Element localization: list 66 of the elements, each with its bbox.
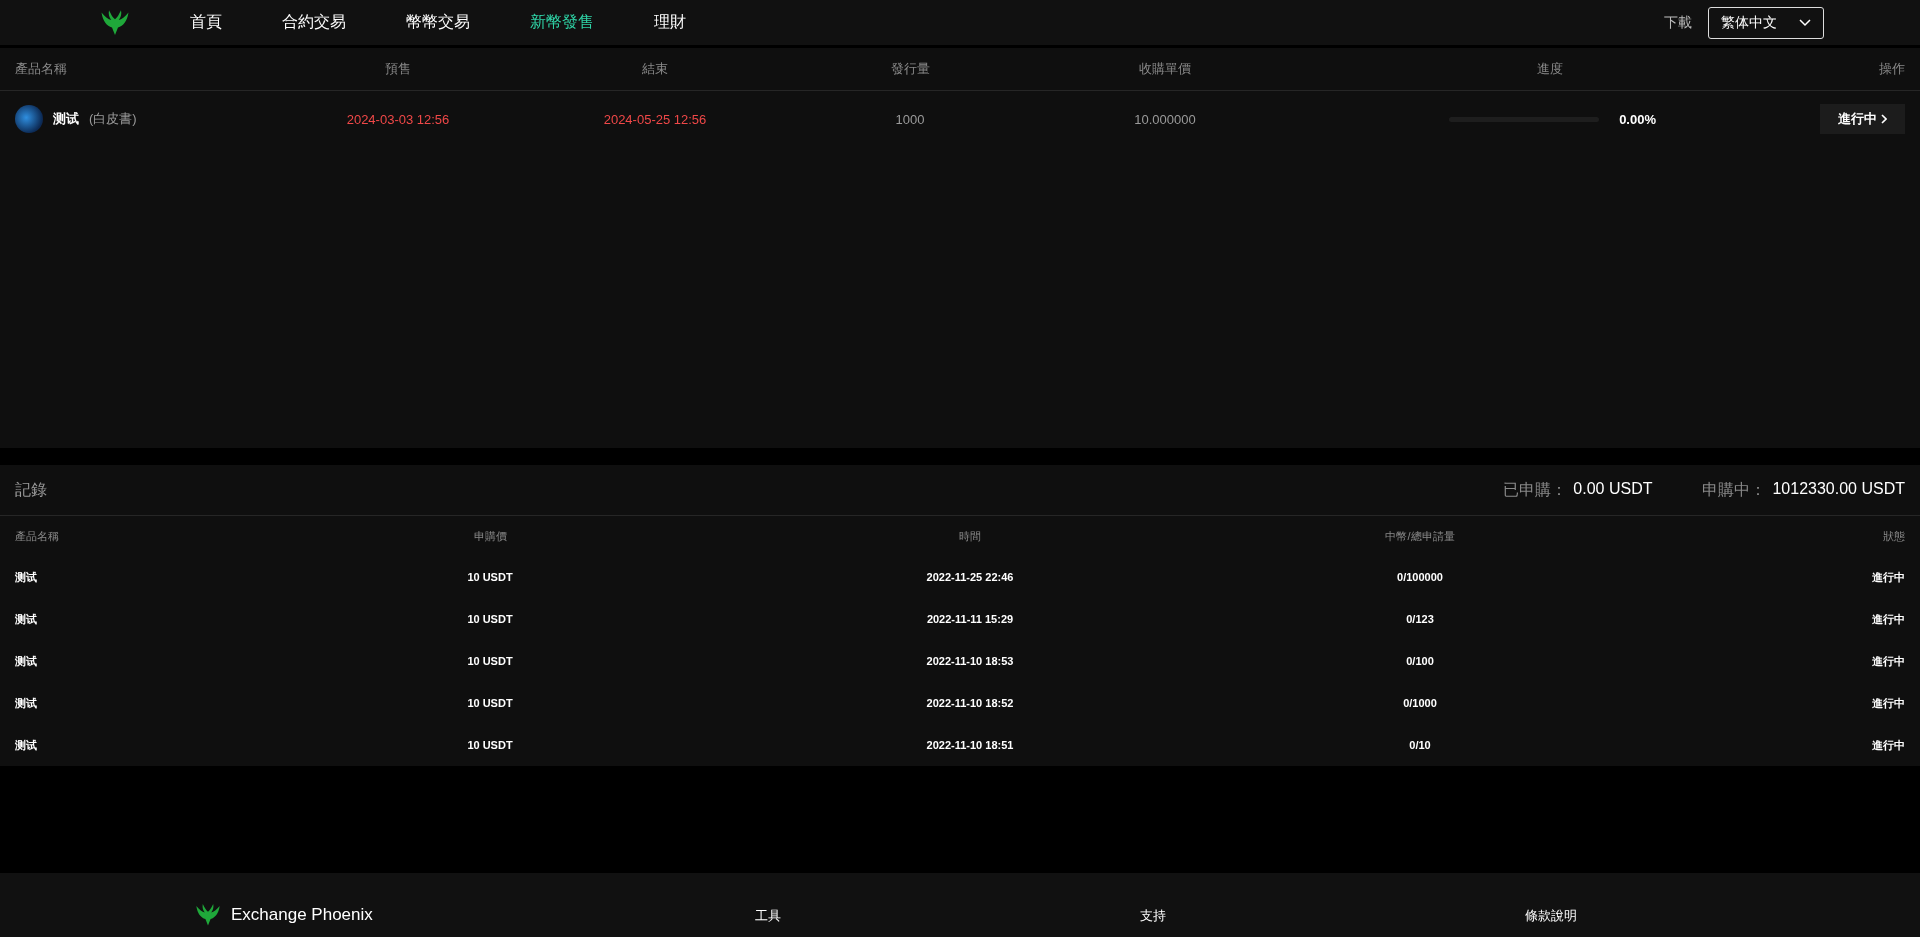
- issue-amount: 1000: [894, 111, 926, 127]
- table-cell-text: 進行中: [1871, 569, 1905, 585]
- table-cell-text: 10 USDT: [466, 697, 514, 709]
- chevron-right-icon: [1881, 114, 1887, 124]
- column-header: 中幣/總申請量: [1384, 528, 1456, 544]
- table-cell-text: 10 USDT: [466, 613, 514, 625]
- stat-label: 已申購：: [1503, 479, 1568, 500]
- table-cell-text: 0/123: [1405, 613, 1435, 625]
- column-header: 發行量: [889, 60, 931, 78]
- table-cell-text: 0/1000: [1402, 697, 1438, 709]
- table-cell-text: 0/100: [1405, 655, 1435, 667]
- table-cell-text: 2022-11-10 18:53: [925, 655, 1015, 667]
- column-header: 操作: [1878, 60, 1905, 78]
- table-cell-text: 测试: [15, 695, 38, 711]
- status-button[interactable]: 進行中: [1820, 104, 1905, 134]
- table-cell-text: 测试: [15, 653, 38, 669]
- coin-icon: [15, 105, 43, 133]
- table-cell-text: 测试: [15, 569, 38, 585]
- table-cell-text: 進行中: [1871, 737, 1905, 753]
- brand-name: Exchange Phoenix: [231, 905, 373, 925]
- nav-link[interactable]: 新幣發售: [500, 12, 624, 33]
- table-cell-text: 10 USDT: [466, 571, 514, 583]
- table-cell-text: 進行中: [1871, 695, 1905, 711]
- product-name: 测试: [53, 110, 79, 128]
- progress-reading: 0.00%: [1619, 111, 1656, 127]
- language-select[interactable]: 繁体中文: [1708, 6, 1824, 39]
- stat-label: 申購中：: [1702, 479, 1767, 500]
- phoenix-logo-icon: [195, 903, 221, 927]
- column-header: 狀態: [1882, 528, 1905, 544]
- footer-heading: 工具: [755, 907, 782, 925]
- unit-price: 10.000000: [1133, 111, 1197, 127]
- chevron-down-icon: [1799, 18, 1811, 27]
- table-cell-text: 0/10: [1408, 739, 1432, 751]
- phoenix-logo-icon: [100, 8, 130, 37]
- column-header: 申購價: [472, 528, 508, 544]
- footer-heading: 支持: [1140, 907, 1167, 925]
- nav-link[interactable]: 首頁: [160, 12, 252, 33]
- records-title: 記錄: [15, 479, 47, 500]
- table-cell-text: 進行中: [1871, 653, 1905, 669]
- column-header: 產品名稱: [15, 60, 68, 78]
- table-cell-text: 2022-11-10 18:52: [925, 697, 1015, 709]
- column-header: 結束: [641, 60, 669, 78]
- presale-time: 2024-03-03 12:56: [345, 111, 451, 127]
- column-header: 進度: [1536, 60, 1564, 78]
- table-cell-text: 2022-11-11 15:29: [925, 613, 1015, 625]
- table-cell-text: 進行中: [1871, 611, 1905, 627]
- table-cell-text: 测试: [15, 611, 38, 627]
- stat-value: 1012330.00 USDT: [1772, 479, 1905, 499]
- whitepaper-link[interactable]: (白皮書): [89, 110, 137, 128]
- nav-link[interactable]: 合約交易: [252, 12, 376, 33]
- stat-value: 0.00 USDT: [1573, 479, 1653, 499]
- table-cell-text: 10 USDT: [466, 655, 514, 667]
- table-cell-text: 测试: [15, 737, 38, 753]
- table-cell-text: 2022-11-25 22:46: [925, 571, 1015, 583]
- nav-link[interactable]: 理財: [624, 12, 716, 33]
- table-cell-text: 10 USDT: [466, 739, 514, 751]
- column-header: 預售: [384, 60, 412, 78]
- column-header: 時間: [958, 528, 982, 544]
- table-cell-text: 0/100000: [1396, 571, 1444, 583]
- column-header: 產品名稱: [15, 528, 60, 544]
- nav-link[interactable]: 幣幣交易: [376, 12, 500, 33]
- download-link[interactable]: 下載: [1664, 13, 1692, 32]
- table-cell-text: 2022-11-10 18:51: [925, 739, 1015, 751]
- footer-heading: 條款說明: [1525, 907, 1578, 925]
- column-header: 收購單價: [1138, 60, 1192, 78]
- end-time: 2024-05-25 12:56: [602, 111, 708, 127]
